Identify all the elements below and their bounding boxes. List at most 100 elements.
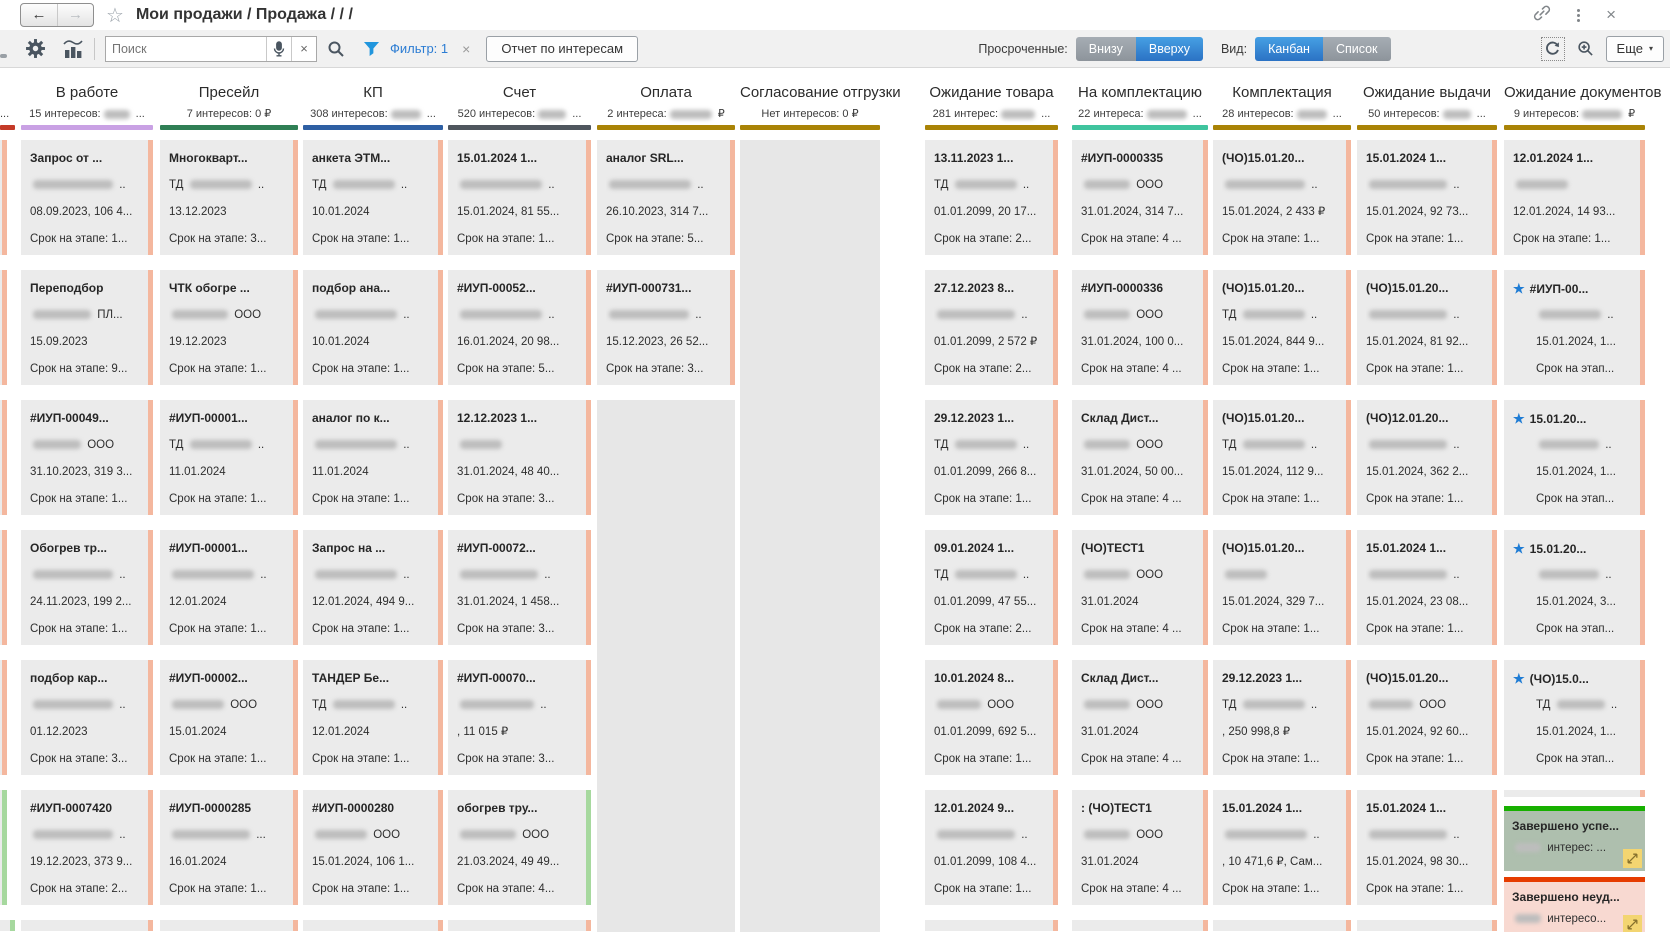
filter-label[interactable]: Фильтр: 1 xyxy=(390,41,448,56)
kanban-card[interactable]: аналог SRL... ..26.10.2023, 314 7...Срок… xyxy=(597,140,735,255)
interest-report-button[interactable]: Отчет по интересам xyxy=(486,36,638,62)
card-stage-duration: Срок на этапе: 1... xyxy=(1222,876,1337,903)
kanban-card[interactable]: Обогрев тр... ..24.11.2023, 199 2...Срок… xyxy=(21,530,153,645)
kanban-card[interactable]: #ИУП-00002... ООО15.01.2024Срок на этапе… xyxy=(160,660,298,775)
kanban-card[interactable]: (ЧО)ТЕСТ1 ООО31.01.2024Срок на этапе: 4 … xyxy=(1072,530,1208,645)
completed-failed-card[interactable]: Завершено неуд... интересо... xyxy=(1504,877,1645,932)
kanban-card[interactable]: #ИУП-00070... .., 11 015 ₽Срок на этапе:… xyxy=(448,660,591,775)
kanban-card[interactable]: ★(ЧО)15.0...ТД ..15.01.2024, 1...Срок на… xyxy=(1504,660,1645,775)
kanban-card[interactable]: 09.01.2024 1...ТД ..01.01.2099, 47 55...… xyxy=(925,530,1058,645)
kanban-card[interactable]: (ЧО)12.01.20... ..15.01.2024, 362 2...Ср… xyxy=(1357,400,1497,515)
kanban-card[interactable]: обогрев тру... ООО21.03.2024, 49 49...Ср… xyxy=(448,790,591,905)
more-button[interactable]: Еще ▾ xyxy=(1606,36,1664,62)
kanban-card[interactable]: #ИУП-00001...ТД ..11.01.2024Срок на этап… xyxy=(160,400,298,515)
forward-button[interactable]: → xyxy=(57,4,93,26)
kanban-card[interactable]: (ЧО)15.01.20...ТД ..15.01.2024, 112 9...… xyxy=(1213,400,1351,515)
kanban-card[interactable]: #ИУП-00052... ..16.01.2024, 20 98...Срок… xyxy=(448,270,591,385)
kanban-card[interactable]: (ЧО)15.01.20... ООО15.01.2024, 92 60...С… xyxy=(1357,660,1497,775)
kanban-card[interactable]: 27.12.2023 8... ..01.01.2099, 2 572 ₽Сро… xyxy=(925,270,1058,385)
overdue-up-button[interactable]: Вверху xyxy=(1136,37,1203,61)
kanban-card[interactable]: #ИУП-00072... ..31.01.2024, 1 458...Срок… xyxy=(448,530,591,645)
back-button[interactable]: ← xyxy=(21,4,57,26)
clear-filter-icon[interactable]: × xyxy=(462,41,470,57)
view-list-button[interactable]: Список xyxy=(1323,37,1391,61)
completed-success-card[interactable]: Завершено успе... интерес: ... xyxy=(1504,806,1645,871)
expand-icon[interactable] xyxy=(1623,849,1642,868)
kanban-card[interactable]: #ИУП-0000335 ООО31.01.2024, 314 7...Срок… xyxy=(1072,140,1208,255)
kanban-card[interactable]: Переподбор ПЛ...15.09.2023Срок на этапе:… xyxy=(21,270,153,385)
redacted-text xyxy=(955,570,1017,579)
kanban-card[interactable]: Склад Дист... ООО31.01.2024, 50 00...Сро… xyxy=(1072,400,1208,515)
kanban-card[interactable]: Склад Дист... ООО31.01.2024Срок на этапе… xyxy=(1072,660,1208,775)
chart-icon[interactable] xyxy=(62,38,84,59)
kanban-card[interactable]: 15.01.2024 1... ..15.01.2024, 92 73...Ср… xyxy=(1357,140,1497,255)
card-status-stripe xyxy=(1640,140,1645,255)
card-status-stripe xyxy=(1492,660,1497,775)
card-company: .. xyxy=(1366,822,1483,849)
kanban-card[interactable]: (ЧО)15.01.20... ..15.01.2024, 81 92...Ср… xyxy=(1357,270,1497,385)
gear-icon[interactable] xyxy=(25,38,46,59)
redacted-text xyxy=(1369,700,1413,709)
kanban-card[interactable]: #ИУП-0007420 ..19.12.2023, 373 9...Срок … xyxy=(21,790,153,905)
kanban-card[interactable]: : (ЧО)ТЕСТ1 ООО31.01.2024Срок на этапе: … xyxy=(1072,790,1208,905)
column-cards: аналог SRL... ..26.10.2023, 314 7...Срок… xyxy=(597,140,735,932)
kanban-card[interactable]: 29.12.2023 1...ТД ..01.01.2099, 266 8...… xyxy=(925,400,1058,515)
kanban-card[interactable]: #ИУП-0000336 ООО31.01.2024, 100 0...Срок… xyxy=(1072,270,1208,385)
kanban-card[interactable]: 15.01.2024 1... ..15.01.2024, 81 55...Ср… xyxy=(448,140,591,255)
redacted-text xyxy=(1243,700,1305,709)
kanban-card[interactable]: #ИУП-00001... ..12.01.2024Срок на этапе:… xyxy=(160,530,298,645)
card-title: 12.01.2024 9... xyxy=(934,795,1044,822)
empty-column-area xyxy=(597,400,735,932)
link-icon[interactable] xyxy=(1533,4,1551,27)
kanban-card[interactable]: ЧТК обогре ... ООО19.12.2023Срок на этап… xyxy=(160,270,298,385)
kanban-card[interactable]: 10.01.2024 8... ООО01.01.2099, 692 5...С… xyxy=(925,660,1058,775)
view-kanban-button[interactable]: Канбан xyxy=(1255,37,1323,61)
redacted-text xyxy=(1225,180,1305,189)
redacted-text xyxy=(460,570,538,579)
filter-funnel-icon[interactable] xyxy=(363,41,380,57)
redacted-text xyxy=(1084,440,1130,449)
kanban-card[interactable]: 12.01.2024 9... ..01.01.2099, 108 4...Ср… xyxy=(925,790,1058,905)
kanban-card[interactable]: подбор ана... ..10.01.2024Срок на этапе:… xyxy=(303,270,443,385)
kanban-column-1: В работе15 интересов: ...Запрос от ... .… xyxy=(21,82,153,932)
kanban-card[interactable]: ★15.01.20... ..15.01.2024, 1...Срок на э… xyxy=(1504,400,1645,515)
search-input[interactable] xyxy=(106,42,266,56)
kanban-card[interactable]: 13.11.2023 1...ТД ..01.01.2099, 20 17...… xyxy=(925,140,1058,255)
expand-icon[interactable] xyxy=(1623,915,1642,932)
close-icon[interactable]: × xyxy=(1606,7,1616,23)
favorite-star-icon[interactable]: ☆ xyxy=(106,3,124,28)
kanban-card[interactable]: 15.01.2024 1... .., 10 471,6 ₽, Сам...Ср… xyxy=(1213,790,1351,905)
kanban-card[interactable]: 15.01.2024 1... ..15.01.2024, 23 08...Ср… xyxy=(1357,530,1497,645)
kanban-card[interactable]: 29.12.2023 1...ТД .., 250 998,8 ₽Срок на… xyxy=(1213,660,1351,775)
kanban-card[interactable]: (ЧО)15.01.20...15.01.2024, 329 7...Срок … xyxy=(1213,530,1351,645)
kanban-card[interactable]: #ИУП-0000280 ООО15.01.2024, 106 1...Срок… xyxy=(303,790,443,905)
overdue-down-button[interactable]: Внизу xyxy=(1076,37,1136,61)
kanban-card[interactable]: ★#ИУП-00... ..15.01.2024, 1...Срок на эт… xyxy=(1504,270,1645,385)
kanban-card[interactable]: Запрос от ... ..08.09.2023, 106 4...Срок… xyxy=(21,140,153,255)
kanban-card[interactable]: Запрос на ... ..12.01.2024, 494 9...Срок… xyxy=(303,530,443,645)
kanban-card[interactable]: 12.12.2023 1...31.01.2024, 48 40...Срок … xyxy=(448,400,591,515)
kebab-menu-icon[interactable] xyxy=(1577,7,1580,24)
kanban-card[interactable]: #ИУП-0000285 ...16.01.2024Срок на этапе:… xyxy=(160,790,298,905)
kanban-card[interactable]: аналог по к... ..11.01.2024Срок на этапе… xyxy=(303,400,443,515)
kanban-card[interactable]: ★15.01.20... ..15.01.2024, 3...Срок на э… xyxy=(1504,530,1645,645)
refresh-icon[interactable] xyxy=(1541,37,1565,61)
kanban-card[interactable]: (ЧО)15.01.20... ..15.01.2024, 2 433 ₽Сро… xyxy=(1213,140,1351,255)
clear-search-icon[interactable]: × xyxy=(291,37,316,61)
card-company: .. xyxy=(312,562,429,589)
kanban-card[interactable]: Многокварт...ТД ..13.12.2023Срок на этап… xyxy=(160,140,298,255)
search-icon[interactable] xyxy=(327,40,345,58)
kanban-card[interactable]: 12.01.2024 1...12.01.2024, 14 93...Срок … xyxy=(1504,140,1645,255)
kanban-card[interactable]: подбор кар... ..01.12.2023Срок на этапе:… xyxy=(21,660,153,775)
microphone-icon[interactable] xyxy=(266,37,291,61)
clipped-card xyxy=(0,790,7,905)
kanban-card[interactable]: анкета ЭТМ...ТД ..10.01.2024Срок на этап… xyxy=(303,140,443,255)
kanban-card[interactable]: ТАНДЕР Бе...ТД ..12.01.2024Срок на этапе… xyxy=(303,660,443,775)
card-date-amount: 15.01.2024, 3... xyxy=(1513,589,1631,616)
kanban-card[interactable]: 15.01.2024 1... ..15.01.2024, 98 30...Ср… xyxy=(1357,790,1497,905)
card-company: ООО xyxy=(457,822,577,849)
kanban-card[interactable]: (ЧО)15.01.20...ТД ..15.01.2024, 844 9...… xyxy=(1213,270,1351,385)
zoom-in-icon[interactable] xyxy=(1577,40,1594,57)
kanban-card[interactable]: #ИУП-00049... ООО31.10.2023, 319 3...Сро… xyxy=(21,400,153,515)
kanban-card[interactable]: #ИУП-000731... ..15.12.2023, 26 52...Сро… xyxy=(597,270,735,385)
